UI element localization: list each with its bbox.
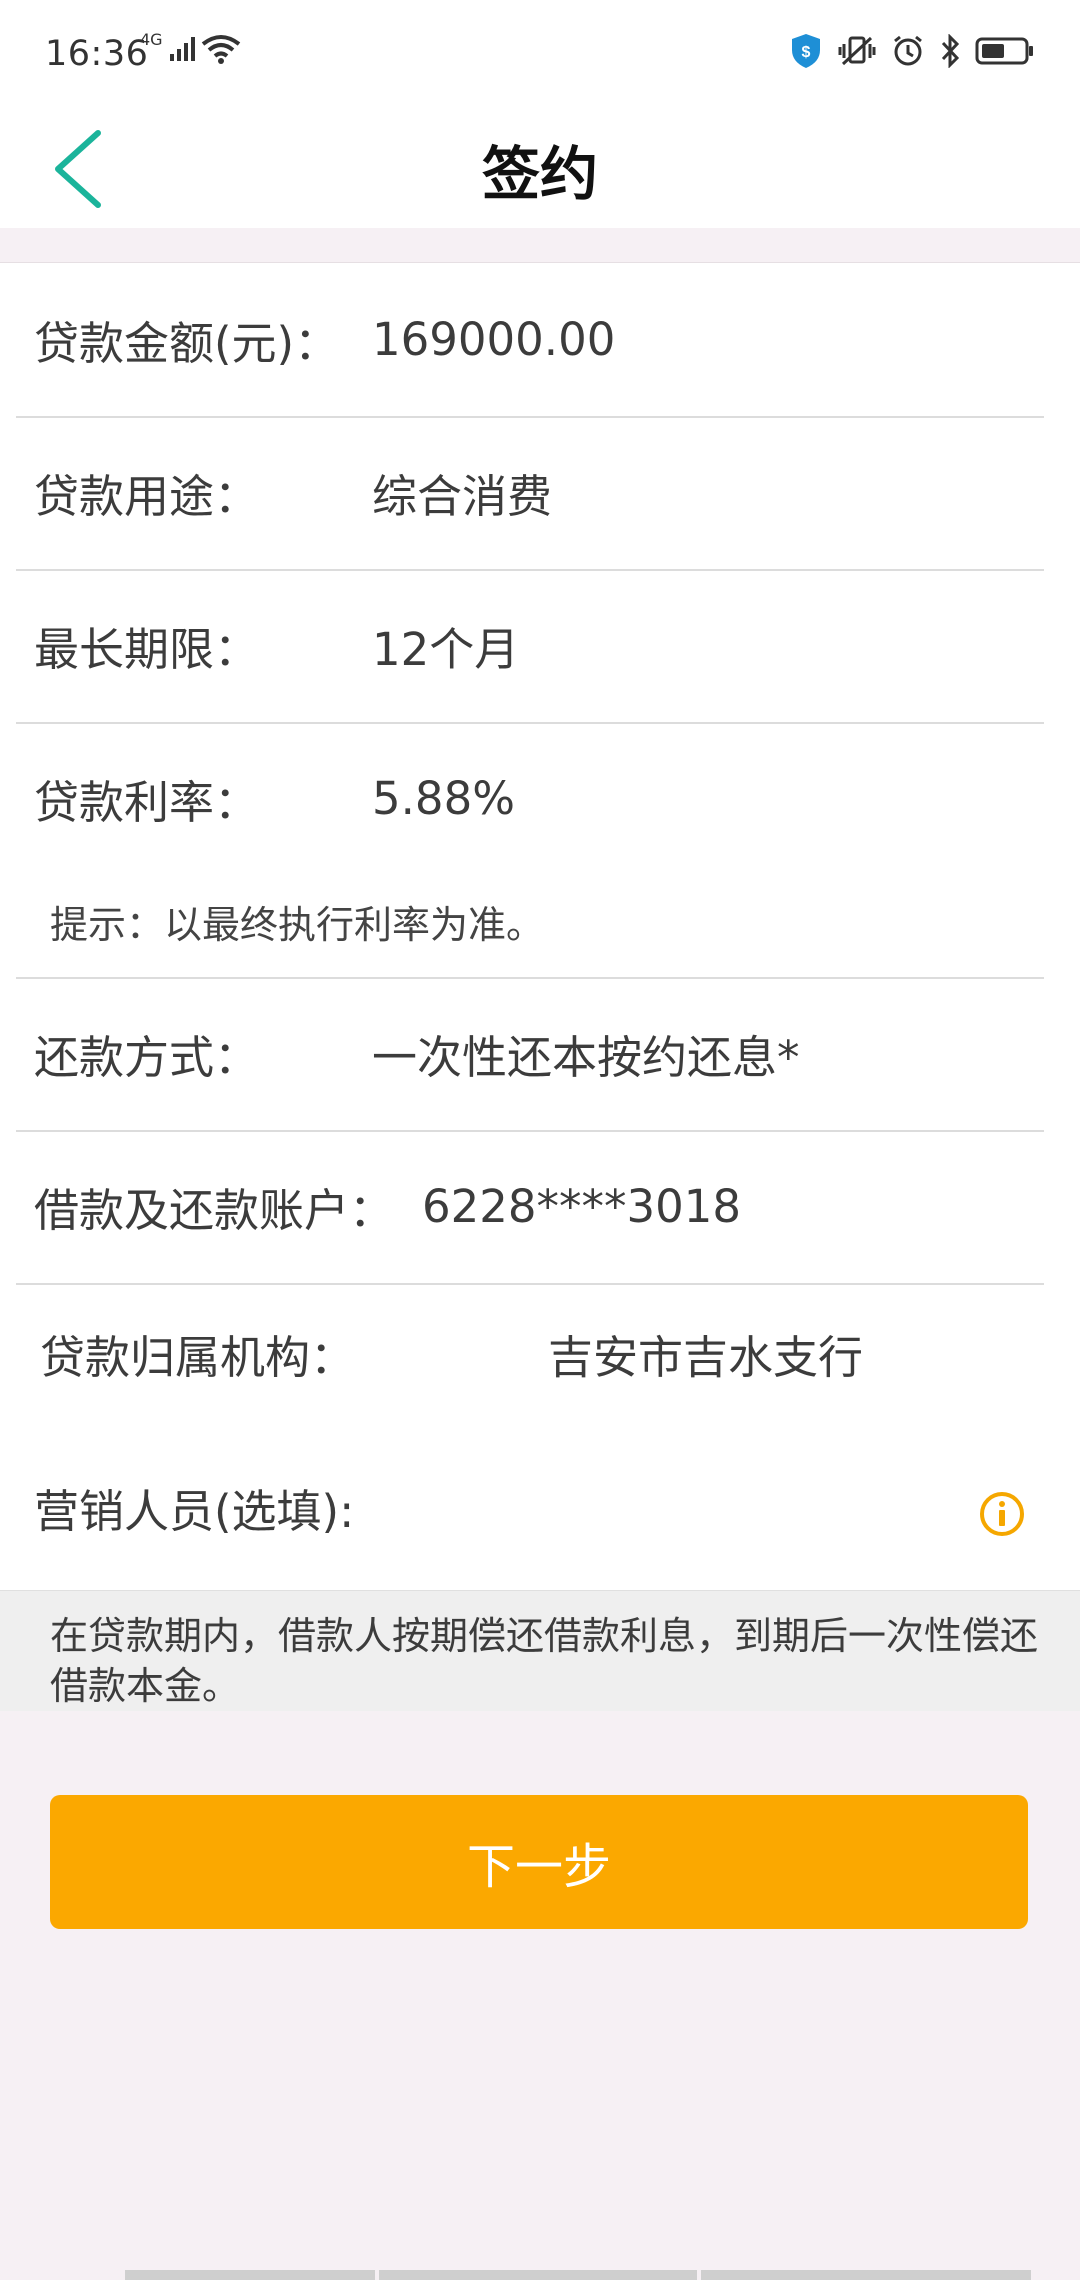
page-title: 签约 [481,140,598,208]
repayment-method-label: 还款方式： [34,1031,260,1084]
network-type-label: 4G [140,29,163,49]
row-loan-amount: 贷款金额(元)： 169000.00 [16,263,1044,418]
branch-label: 贷款归属机构： [40,1330,356,1384]
max-term-value: 12个月 [372,623,520,676]
marketing-staff-label: 营销人员(选填): [34,1484,355,1538]
next-step-button[interactable]: 下一步 [50,1795,1028,1929]
row-repayment-method[interactable]: 还款方式： 一次性还本按约还息* [16,977,1044,1132]
status-right-icons: $ [789,32,1035,70]
loan-purpose-label: 贷款用途： [34,470,260,523]
rate-hint: 提示：以最终执行利率为准。 [50,903,545,947]
interest-rate-label: 贷款利率： [34,776,260,829]
alarm-icon [894,35,922,66]
bluetooth-icon [941,34,960,68]
account-value: 6228****3018 [422,1180,742,1233]
gesture-bar-segment [379,2270,697,2280]
bottom-gesture-bar [125,2270,1031,2280]
vibrate-mute-icon [838,36,876,66]
row-branch: 贷款归属机构： 吉安市吉水支行 [16,1283,1044,1423]
status-bar: 16:36 4G $ [0,0,1080,110]
account-label: 借款及还款账户： [34,1184,395,1237]
max-term-label: 最长期限： [34,623,260,676]
row-loan-purpose: 贷款用途： 综合消费 [16,416,1044,571]
signal-icon [169,37,195,61]
svg-text:$: $ [802,44,811,61]
shield-icon: $ [792,34,820,68]
row-interest-rate: 贷款利率： 5.88% 提示：以最终执行利率为准。 [16,722,1044,979]
repayment-note: 在贷款期内，借款人按期偿还借款利息，到期后一次性偿还借款本金。 [50,1614,1039,1708]
status-time: 16:36 [45,34,149,74]
nav-bar: 签约 [0,110,1080,228]
battery-icon [975,37,1033,65]
branch-value: 吉安市吉水支行 [548,1330,864,1384]
gesture-bar-segment [701,2270,1031,2280]
wifi-icon [201,35,240,64]
note-box: 在贷款期内，借款人按期偿还借款利息，到期后一次性偿还借款本金。 [0,1590,1080,1711]
repayment-method-value: 一次性还本按约还息* [372,1031,800,1084]
loan-form: 贷款金额(元)： 169000.00 贷款用途： 综合消费 最长期限： 12个月… [0,262,1080,1591]
row-account: 借款及还款账户： 6228****3018 [16,1130,1044,1285]
loan-amount-label: 贷款金额(元)： [34,317,340,370]
loan-amount-value: 169000.00 [372,313,616,366]
gesture-bar-segment [125,2270,375,2280]
row-max-term: 最长期限： 12个月 [16,569,1044,724]
status-left-icons: 4G [140,30,241,64]
info-icon[interactable] [978,1490,1026,1538]
interest-rate-value: 5.88% [372,772,515,825]
row-marketing-staff[interactable]: 营销人员(选填): [16,1423,1044,1591]
loan-purpose-value: 综合消费 [372,470,553,523]
